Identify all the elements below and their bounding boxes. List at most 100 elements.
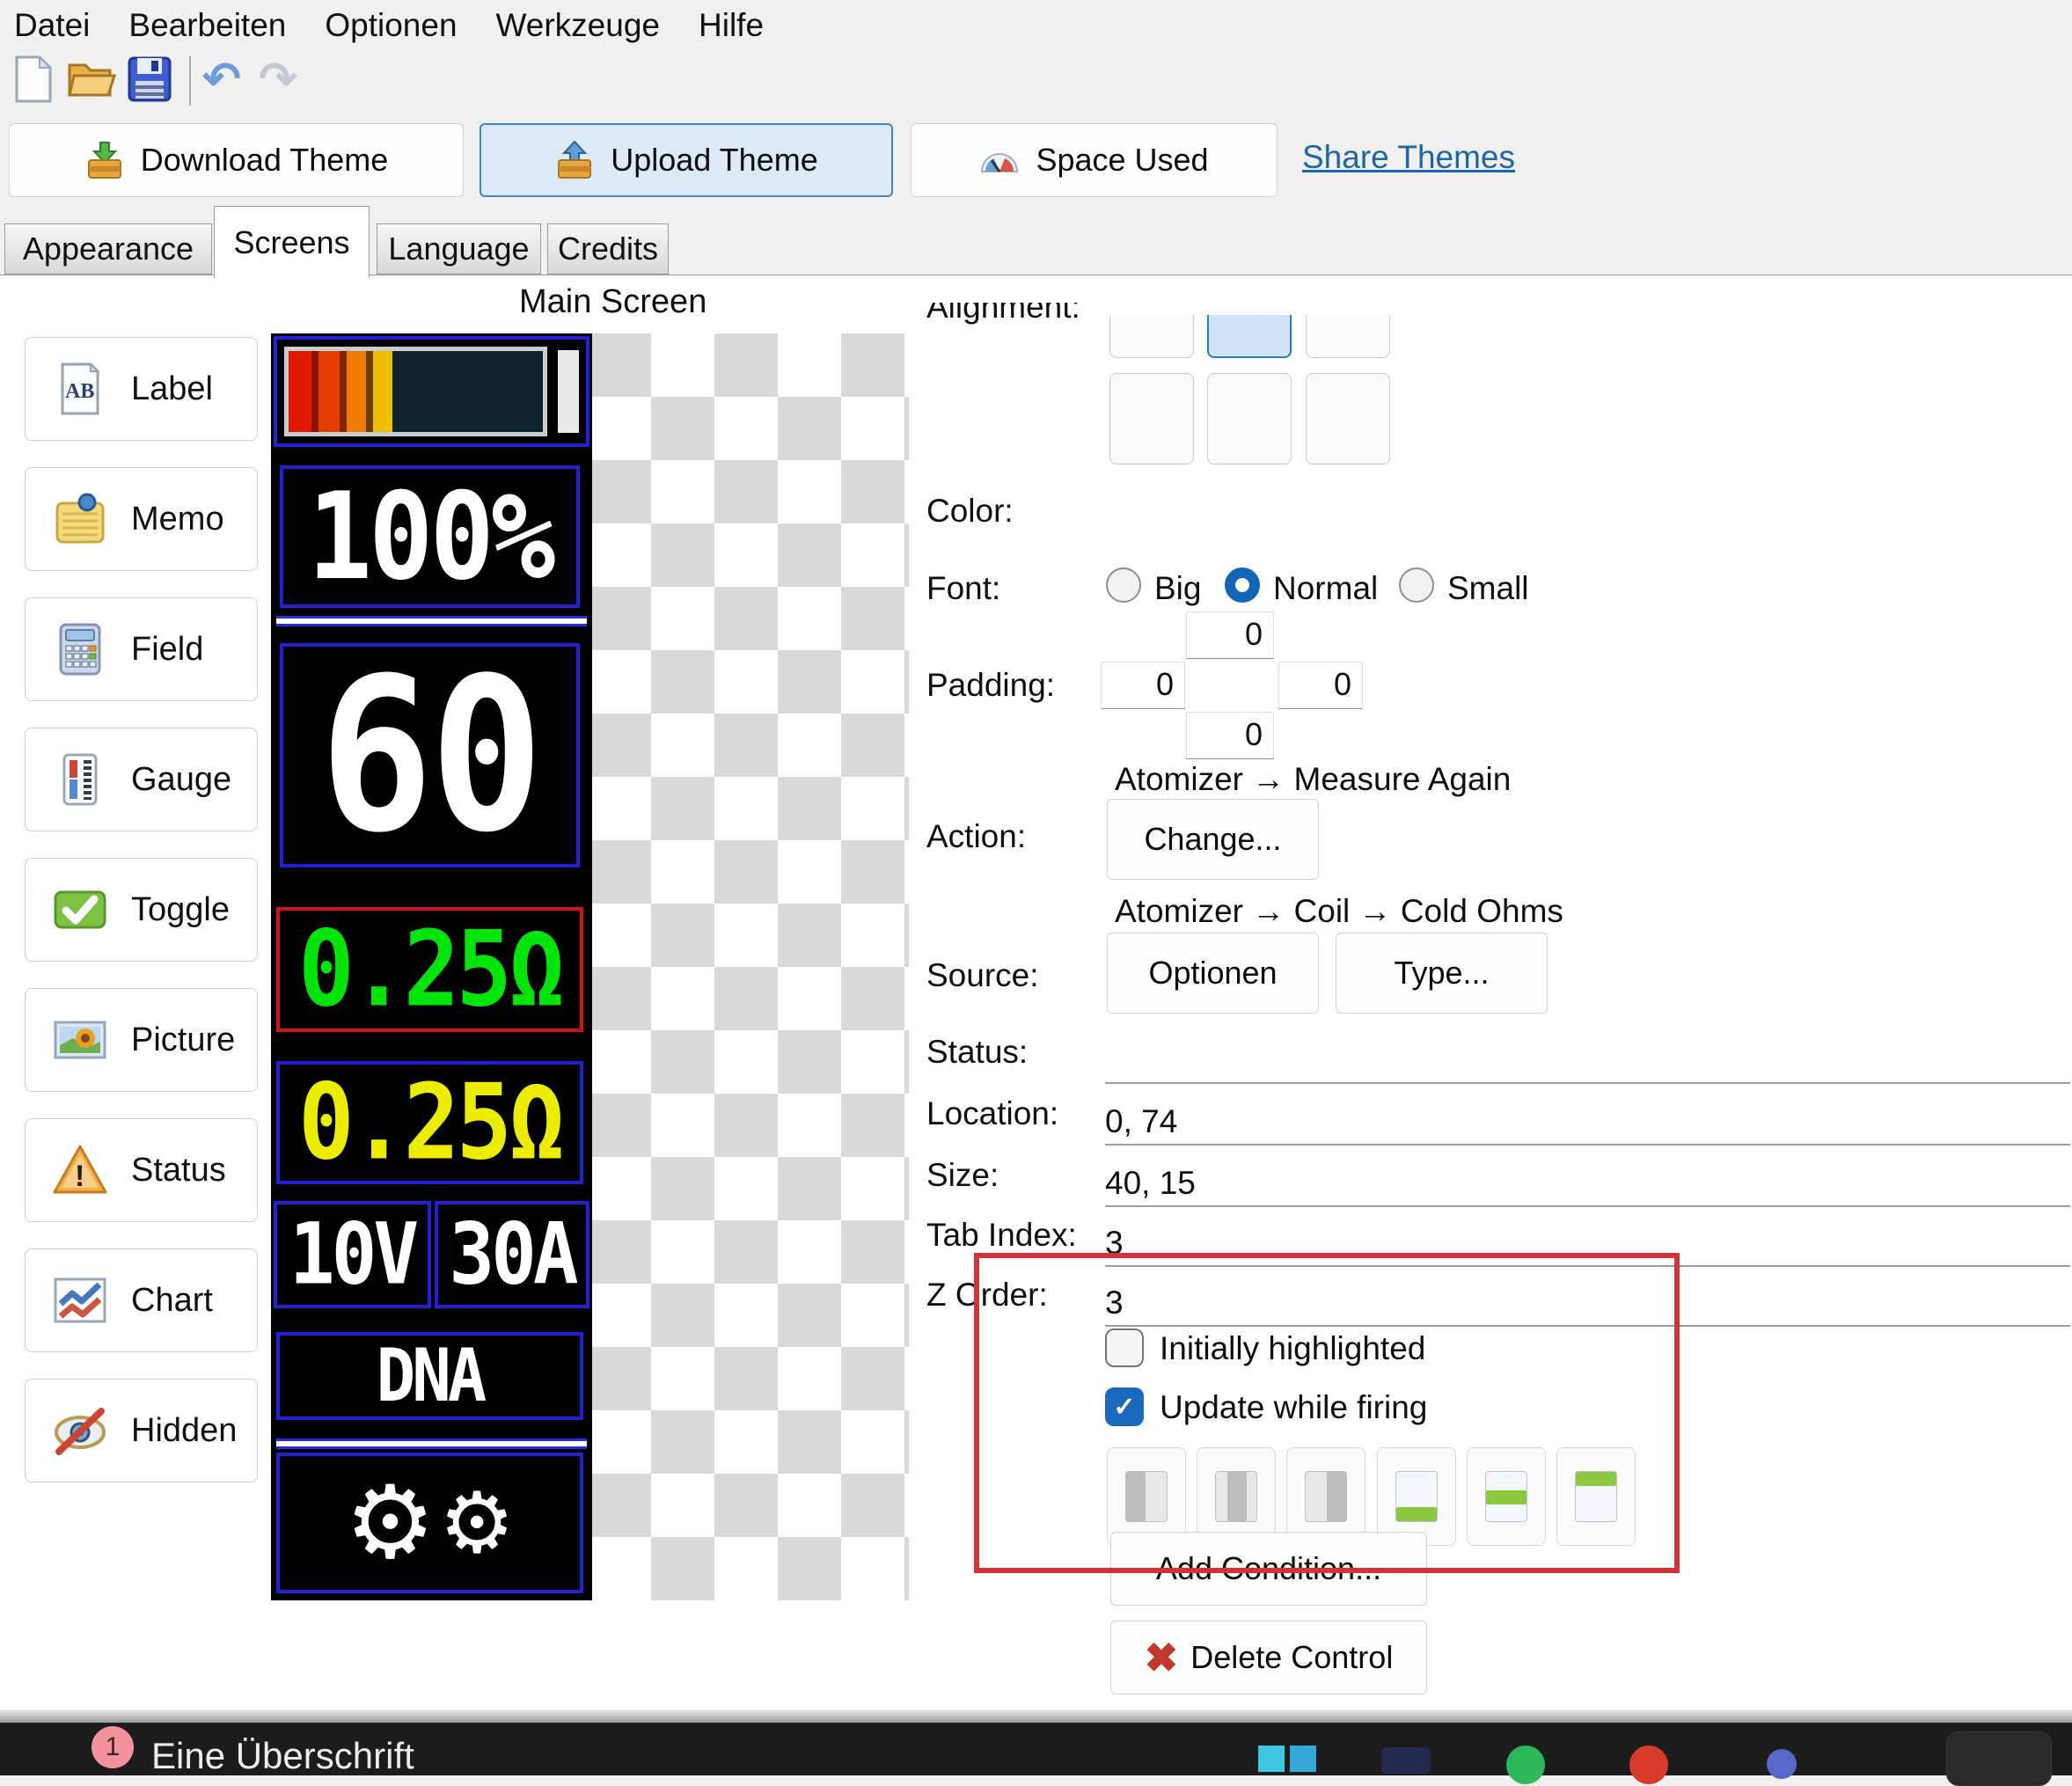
live-resistance-control-selected[interactable]: 0.25Ω [276,907,583,1032]
palette-item-status[interactable]: ! Status [25,1118,258,1222]
padding-bottom-input[interactable]: 0 [1186,712,1274,759]
palette-item-field[interactable]: Field [25,597,258,701]
menu-item-bearbeiten[interactable]: Bearbeiten [128,7,286,44]
font-big-radio[interactable] [1106,567,1141,603]
settings-gears-icon: ⚙ [439,1481,515,1565]
source-type-button[interactable]: Type... [1336,933,1548,1014]
battery-cap [558,350,579,433]
dock-middle-horizontal-button[interactable] [1467,1447,1546,1546]
padding-left-input[interactable]: 0 [1101,662,1185,709]
alignment-middle-right-button[interactable] [1306,373,1390,465]
palette-item-hidden[interactable]: Hidden [25,1379,258,1482]
size-label: Size: [926,1157,999,1194]
save-icon[interactable] [125,55,174,104]
settings-gears-control[interactable]: ⚙ ⚙ [276,1453,583,1593]
new-document-icon[interactable] [11,55,56,104]
amps-control[interactable]: 30A [435,1201,589,1308]
taskbar-app-icon[interactable] [1290,1746,1316,1772]
menu-item-optionen[interactable]: Optionen [325,7,457,44]
undo-icon[interactable]: ↶ [197,55,246,104]
download-theme-button[interactable]: Download Theme [9,123,464,197]
status-icon: ! [52,1142,108,1198]
memo-icon [52,491,108,547]
add-condition-button[interactable]: Add Condition... [1110,1532,1427,1606]
palette-item-text: Toggle [131,891,230,929]
upload-icon [554,140,595,180]
space-used-label: Space Used [1036,142,1208,179]
alignment-top-right-button[interactable] [1306,315,1390,358]
menubar: Datei Bearbeiten Optionen Werkzeuge Hilf… [0,0,2072,51]
padding-right-input[interactable]: 0 [1278,662,1363,709]
z-order-input[interactable]: 3 [1105,1277,2070,1327]
update-while-firing-checkbox[interactable]: ✓ [1105,1387,1144,1426]
font-normal-radio[interactable] [1225,567,1260,603]
open-folder-icon[interactable] [65,55,120,104]
z-order-label: Z Order: [926,1277,1048,1314]
action-value: Atomizer → Measure Again [1115,761,1511,798]
tab-appearance[interactable]: Appearance [4,223,212,274]
menu-item-datei[interactable]: Datei [14,7,90,44]
delete-control-label: Delete Control [1190,1639,1393,1676]
alignment-top-left-button[interactable] [1109,315,1194,358]
taskbar-app-icon[interactable] [1629,1746,1668,1784]
battery-bar-control[interactable] [274,336,589,447]
font-normal-label: Normal [1273,570,1378,607]
alignment-label-clipped: Alignment: [926,303,1129,329]
palette-item-gauge[interactable]: Gauge [25,728,258,831]
dock-top-button[interactable] [1556,1447,1636,1546]
dock-center-vertical-icon [1215,1471,1257,1522]
dock-bottom-icon [1395,1471,1438,1522]
palette-item-memo[interactable]: Memo [25,467,258,571]
action-label: Action: [926,818,1026,855]
redo-icon[interactable]: ↷ [253,55,303,104]
power-value-control[interactable]: 60 [280,643,580,867]
tab-credits[interactable]: Credits [547,223,669,274]
palette-item-text: Memo [131,501,224,538]
battery-percent-control[interactable]: 100% [280,465,580,608]
menu-item-hilfe[interactable]: Hilfe [699,7,764,44]
location-input[interactable]: 0, 74 [1105,1096,2070,1146]
tab-index-label: Tab Index: [926,1217,1077,1254]
initially-highlighted-checkbox[interactable] [1105,1329,1144,1367]
menu-item-werkzeuge[interactable]: Werkzeuge [496,7,660,44]
font-small-radio[interactable] [1399,567,1434,603]
device-screen-preview[interactable]: 100% 60 0.25Ω 0.25Ω 10V 30A DNA ⚙ ⚙ [271,333,592,1600]
taskbar-app-icon[interactable] [1506,1746,1545,1784]
change-action-button[interactable]: Change... [1107,799,1319,880]
palette-item-chart[interactable]: Chart [25,1248,258,1352]
padding-top-input[interactable]: 0 [1186,611,1274,659]
brand-label-control[interactable]: DNA [276,1332,583,1420]
taskbar-app-icon[interactable] [1381,1747,1431,1774]
share-themes-link[interactable]: Share Themes [1302,139,1515,176]
tab-screens[interactable]: Screens [214,206,370,278]
alignment-middle-center-button[interactable] [1207,373,1292,465]
alignment-middle-left-button[interactable] [1109,373,1194,465]
taskbar-app-icon[interactable] [1258,1746,1285,1772]
delete-control-button[interactable]: ✖ Delete Control [1110,1621,1427,1695]
palette-item-picture[interactable]: Picture [25,988,258,1092]
palette-item-toggle[interactable]: Toggle [25,858,258,962]
palette-item-text: Picture [131,1021,235,1059]
alignment-top-center-button[interactable] [1207,315,1292,358]
tab-language[interactable]: Language [377,223,541,274]
location-label: Location: [926,1095,1058,1132]
size-input[interactable]: 40, 15 [1105,1158,2070,1207]
status-input[interactable] [1105,1035,2070,1084]
tab-index-input[interactable]: 3 [1105,1218,2070,1267]
hidden-icon [52,1402,108,1459]
palette-item-text: Status [131,1152,226,1189]
taskbar-tray-button[interactable] [1946,1731,2052,1786]
window-bottom-edge [0,1709,2072,1723]
field-icon [52,621,108,677]
cold-resistance-control[interactable]: 0.25Ω [276,1061,583,1184]
taskbar-app-icon[interactable] [1767,1749,1797,1779]
space-used-button[interactable]: Space Used [911,123,1278,197]
chart-icon [52,1272,108,1329]
palette-item-label[interactable]: AB Label [25,337,258,441]
svg-text:AB: AB [65,380,94,403]
upload-theme-button[interactable]: Upload Theme [480,123,893,197]
volts-control[interactable]: 10V [274,1201,431,1308]
space-gauge-icon [979,147,1020,173]
palette-item-text: Hidden [131,1412,237,1450]
source-options-button[interactable]: Optionen [1107,933,1319,1014]
